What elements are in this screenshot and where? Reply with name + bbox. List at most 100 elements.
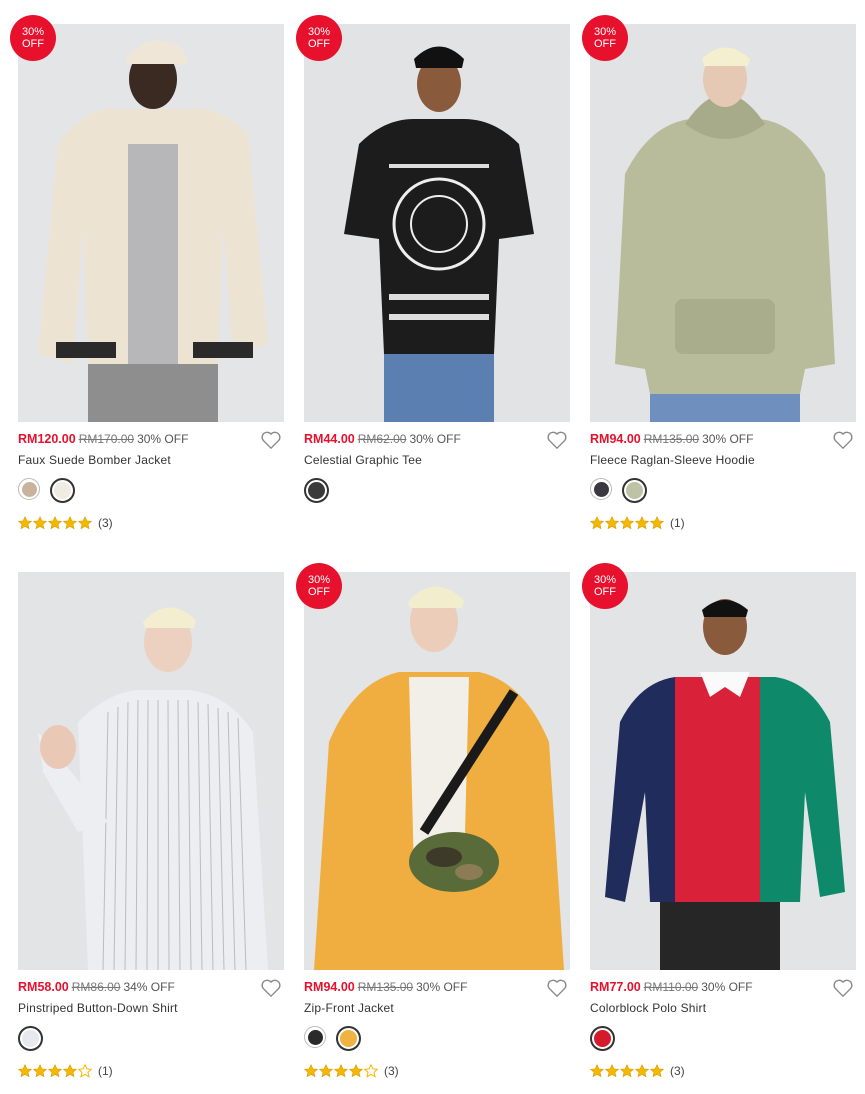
discount-badge: 30% OFF [296, 563, 342, 609]
star-filled-icon [605, 516, 619, 530]
color-swatch-selected[interactable] [50, 478, 75, 503]
review-count: (1) [670, 516, 685, 530]
color-swatch[interactable] [18, 478, 40, 500]
original-price: RM110.00 [643, 980, 699, 994]
sale-price: RM44.00 [304, 432, 355, 446]
rating: (1) [590, 514, 685, 532]
product-image[interactable] [304, 572, 570, 970]
price-row: RM77.00 RM110.00 30% OFF [590, 980, 856, 998]
discount-percent: 30% OFF [137, 432, 189, 446]
original-price: RM135.00 [643, 432, 700, 446]
star-filled-icon [635, 1064, 649, 1078]
star-filled-icon [635, 516, 649, 530]
star-filled-icon [18, 1064, 32, 1078]
heart-icon[interactable] [260, 430, 282, 450]
original-price: RM170.00 [78, 432, 135, 446]
price-row: RM94.00 RM135.00 30% OFF [590, 432, 856, 450]
star-filled-icon [620, 1064, 634, 1078]
star-filled-icon [334, 1064, 348, 1078]
discount-badge: 30% OFF [296, 15, 342, 61]
original-price: RM86.00 [71, 980, 121, 994]
color-swatch[interactable] [304, 1026, 326, 1048]
color-swatch-selected[interactable] [304, 478, 329, 503]
product-image[interactable] [18, 572, 284, 970]
price-row: RM58.00 RM86.00 34% OFF [18, 980, 284, 998]
star-rating [590, 1064, 664, 1078]
product-card[interactable]: 30% OFF RM94.00 RM135.00 30% OFF Fleece Rag… [582, 0, 856, 540]
star-filled-icon [590, 516, 604, 530]
heart-icon[interactable] [260, 978, 282, 998]
star-filled-icon [620, 516, 634, 530]
heart-icon[interactable] [546, 430, 568, 450]
color-swatches [18, 1026, 43, 1052]
product-image[interactable] [304, 24, 570, 422]
star-empty-icon [78, 1064, 92, 1078]
product-card[interactable]: 30% OFF RM120.00 RM170.00 30% OFF Faux Sued… [10, 0, 284, 540]
color-swatch-selected[interactable] [18, 1026, 43, 1051]
heart-icon[interactable] [546, 978, 568, 998]
price-row: RM44.00 RM62.00 30% OFF [304, 432, 570, 450]
sale-price: RM77.00 [590, 980, 641, 994]
color-swatch-selected[interactable] [622, 478, 647, 503]
sale-price: RM94.00 [304, 980, 355, 994]
product-image[interactable] [590, 24, 856, 422]
product-name[interactable]: Pinstriped Button-Down Shirt [18, 1001, 178, 1015]
product-name[interactable]: Faux Suede Bomber Jacket [18, 453, 171, 467]
star-filled-icon [605, 1064, 619, 1078]
color-swatches [590, 1026, 615, 1052]
star-filled-icon [650, 1064, 664, 1078]
product-card[interactable]: 30% OFF RM77.00 RM110.00 30% OFF Colorblock… [582, 548, 856, 1088]
discount-percent: 30% OFF [702, 432, 754, 446]
star-filled-icon [48, 1064, 62, 1078]
color-swatches [18, 478, 75, 504]
product-card[interactable]: 30% OFF RM44.00 RM62.00 30% OFF Celestial G… [296, 0, 570, 540]
star-filled-icon [349, 1064, 363, 1078]
original-price: RM135.00 [357, 980, 414, 994]
color-swatch-selected[interactable] [336, 1026, 361, 1051]
product-name[interactable]: Fleece Raglan-Sleeve Hoodie [590, 453, 755, 467]
heart-icon[interactable] [832, 978, 854, 998]
product-image[interactable] [590, 572, 856, 970]
review-count: (3) [98, 516, 113, 530]
discount-percent: 34% OFF [123, 980, 175, 994]
discount-percent: 30% OFF [409, 432, 461, 446]
discount-badge: 30% OFF [10, 15, 56, 61]
heart-icon[interactable] [832, 430, 854, 450]
discount-percent: 30% OFF [416, 980, 468, 994]
star-filled-icon [33, 1064, 47, 1078]
price-row: RM120.00 RM170.00 30% OFF [18, 432, 284, 450]
original-price: RM62.00 [357, 432, 407, 446]
color-swatches [304, 1026, 361, 1052]
star-filled-icon [319, 1064, 333, 1078]
star-empty-icon [364, 1064, 378, 1078]
color-swatches [304, 478, 329, 504]
sale-price: RM58.00 [18, 980, 69, 994]
star-filled-icon [63, 1064, 77, 1078]
color-swatch[interactable] [590, 478, 612, 500]
price-row: RM94.00 RM135.00 30% OFF [304, 980, 570, 998]
star-filled-icon [650, 516, 664, 530]
product-grid: 30% OFF RM120.00 RM170.00 30% OFF Faux Sued… [0, 0, 865, 1094]
star-rating [304, 1064, 378, 1078]
review-count: (3) [384, 1064, 399, 1078]
star-rating [18, 1064, 92, 1078]
product-card[interactable]: RM58.00 RM86.00 34% OFF Pinstriped Button-… [18, 548, 284, 1088]
product-name[interactable]: Colorblock Polo Shirt [590, 1001, 706, 1015]
review-count: (1) [98, 1064, 113, 1078]
product-name[interactable]: Zip-Front Jacket [304, 1001, 394, 1015]
star-filled-icon [48, 516, 62, 530]
star-filled-icon [33, 516, 47, 530]
product-card[interactable]: 30% OFF RM94.00 RM135.00 30% OFF Zip-Front … [296, 548, 570, 1088]
color-swatch-selected[interactable] [590, 1026, 615, 1051]
star-filled-icon [18, 516, 32, 530]
discount-percent: 30% OFF [701, 980, 753, 994]
product-image[interactable] [18, 24, 284, 422]
star-filled-icon [63, 516, 77, 530]
discount-badge: 30% OFF [582, 563, 628, 609]
discount-badge: 30% OFF [582, 15, 628, 61]
product-name[interactable]: Celestial Graphic Tee [304, 453, 422, 467]
color-swatches [590, 478, 647, 504]
rating: (3) [590, 1062, 685, 1080]
star-rating [590, 516, 664, 530]
star-filled-icon [78, 516, 92, 530]
